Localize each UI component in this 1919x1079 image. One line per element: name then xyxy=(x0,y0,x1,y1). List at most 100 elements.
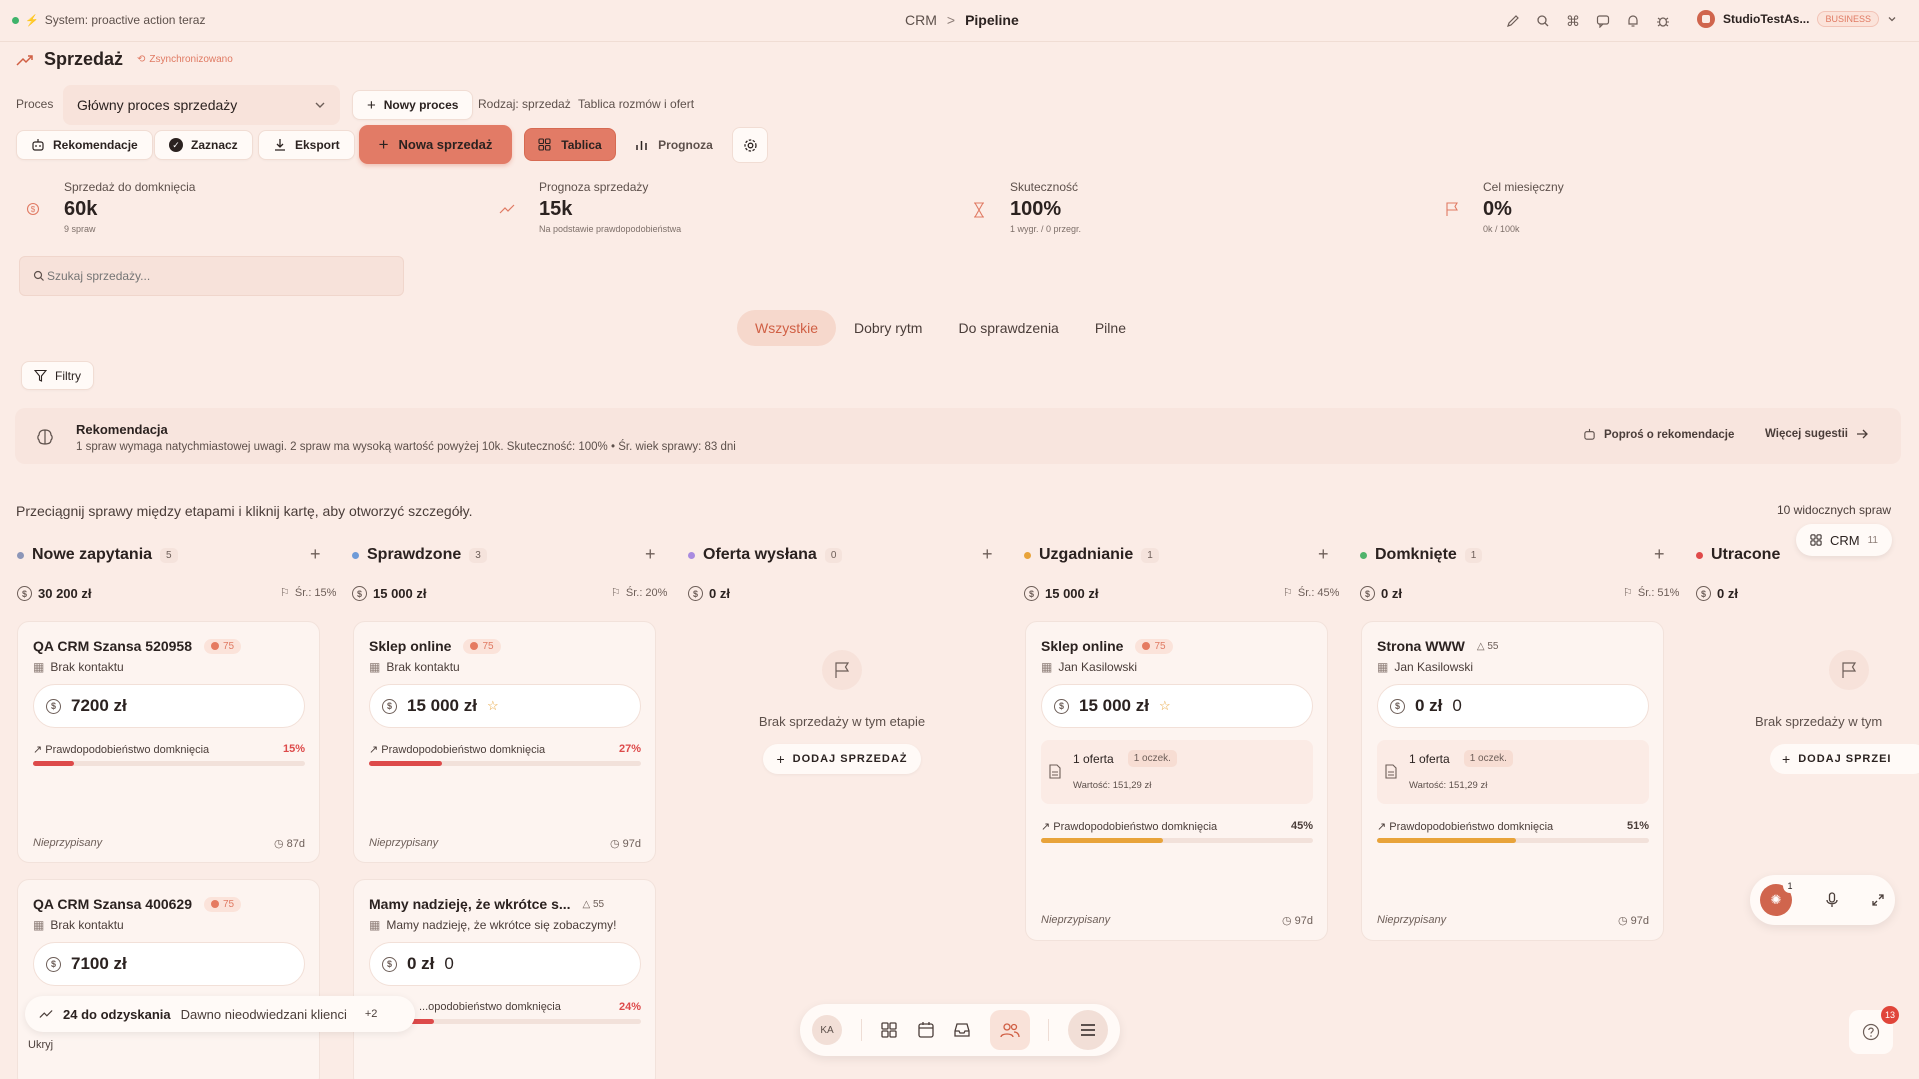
column-sum-value: 0 zł xyxy=(709,586,730,601)
score-badge: 75 xyxy=(463,638,501,654)
crm-chip-label: CRM xyxy=(1830,532,1860,548)
contact-text: Brak kontaktu xyxy=(50,918,124,932)
probability-label: ↗ Prawdopodobieństwo domknięcia xyxy=(369,744,546,756)
column-header-offer-sent: Oferta wysłana 0 xyxy=(688,544,843,566)
hourglass-icon xyxy=(972,202,986,234)
probability-value: 45% xyxy=(1290,820,1313,832)
export-button[interactable]: Eksport xyxy=(258,130,355,160)
column-count: 1 xyxy=(1141,547,1159,563)
command-icon[interactable]: ⌘ xyxy=(1560,8,1586,34)
add-card-button[interactable]: + xyxy=(645,544,656,565)
age: ◷ 97d xyxy=(609,838,641,850)
pen-icon[interactable] xyxy=(1500,8,1526,34)
settings-button[interactable] xyxy=(732,127,768,163)
avatar[interactable]: KA xyxy=(812,1015,842,1045)
star-icon: ☆ xyxy=(486,698,499,713)
expand-icon[interactable] xyxy=(1871,893,1885,907)
users-icon[interactable] xyxy=(989,1010,1030,1050)
tab-urgent[interactable]: Pilne xyxy=(1077,310,1144,346)
bug-icon[interactable] xyxy=(1650,8,1676,34)
board-hint: Przeciągnij sprawy między etapami i klik… xyxy=(16,503,473,519)
view-board-tab[interactable]: Tablica xyxy=(524,128,616,161)
column-count: 0 xyxy=(824,547,843,563)
star-icon: ☆ xyxy=(1158,698,1171,713)
add-card-button[interactable]: + xyxy=(1654,544,1665,565)
probability-value: 27% xyxy=(618,743,641,755)
recommendations-button[interactable]: Rekomendacje xyxy=(16,130,153,160)
sync-icon: ⟲ xyxy=(137,54,146,65)
hide-button[interactable]: Ukryj xyxy=(28,1039,53,1051)
new-sale-label: Nowa sprzedaż xyxy=(398,137,493,152)
microphone-icon[interactable] xyxy=(1825,892,1839,908)
recovery-count: 24 do odzyskania xyxy=(63,1006,171,1022)
amount-value: 0 zł xyxy=(1415,696,1443,715)
tab-all[interactable]: Wszystkie xyxy=(737,310,836,346)
offer-badge: 1 oczek. xyxy=(1127,750,1177,767)
recovery-toast[interactable]: 24 do odzyskania Dawno nieodwiedzani kli… xyxy=(25,996,415,1032)
workspace-switcher[interactable]: StudioTestAs... BUSINESS xyxy=(1697,10,1897,28)
new-process-button[interactable]: + Nowy proces xyxy=(352,90,474,120)
column-title: Uzgadnianie xyxy=(1039,546,1134,563)
column-avg-value: Śr.: 15% xyxy=(294,586,337,599)
deal-card[interactable]: QA CRM Szansa 520958 75 ▦ Brak kontaktu $… xyxy=(17,621,320,863)
recommendation-title: Rekomendacja xyxy=(76,422,168,437)
view-forecast-tab[interactable]: Prognoza xyxy=(628,128,720,161)
deal-card[interactable]: QA CRM Szansa 400629 75 ▦ Brak kontaktu $… xyxy=(17,879,320,1079)
stat-value: 15k xyxy=(539,198,573,220)
menu-icon[interactable] xyxy=(1067,1010,1108,1050)
building-icon: ▦ xyxy=(369,918,381,932)
search-box[interactable] xyxy=(19,256,404,296)
recovery-more: +2 xyxy=(364,1008,378,1020)
search-icon[interactable] xyxy=(1530,8,1556,34)
tab-to-review[interactable]: Do sprawdzenia xyxy=(940,310,1076,346)
offer-box[interactable]: 1 oferta 1 oczek. Wartość: 151,29 zł xyxy=(1377,740,1649,804)
notification-badge: 13 xyxy=(1881,1006,1899,1024)
coin-icon: $ xyxy=(17,586,32,601)
deal-amount: $7100 zł xyxy=(33,942,305,986)
new-sale-button[interactable]: + Nowa sprzedaż xyxy=(359,125,512,164)
dashboard-icon[interactable] xyxy=(880,1021,898,1039)
calendar-icon[interactable] xyxy=(917,1021,935,1039)
coin-icon: $ xyxy=(46,698,61,714)
crm-chip-count: 11 xyxy=(1867,534,1878,546)
crm-chip[interactable]: CRM 11 xyxy=(1796,524,1892,556)
offer-box[interactable]: 1 oferta 1 oczek. Wartość: 151,29 zł xyxy=(1041,740,1313,804)
empty-text: Brak sprzedaży w tym etapie xyxy=(758,714,926,729)
column-sum: $30 200 zł xyxy=(17,586,92,601)
chat-icon[interactable] xyxy=(1590,8,1616,34)
warning-badge: △ 55 xyxy=(1476,640,1499,652)
deal-card[interactable]: Sklep online 75 ▦ Jan Kasilowski $15 000 … xyxy=(1025,621,1328,941)
contact: ▦ Jan Kasilowski xyxy=(1377,660,1473,674)
process-select[interactable]: Główny proces sprzedaży xyxy=(63,85,340,125)
add-card-button[interactable]: + xyxy=(310,544,321,565)
deal-card[interactable]: Sklep online 75 ▦ Brak kontaktu $15 000 z… xyxy=(353,621,656,863)
tab-label: Wszystkie xyxy=(755,320,818,336)
add-sale-button[interactable]: + DODAJ SPRZEDAŻ xyxy=(763,744,921,774)
filters-button[interactable]: Filtry xyxy=(21,361,94,390)
add-sale-button[interactable]: + DODAJ SPRZEI xyxy=(1770,744,1919,774)
select-button[interactable]: ✓ Zaznacz xyxy=(154,130,253,160)
notification-badge: 1 xyxy=(1783,879,1797,893)
deal-card[interactable]: Strona WWW △ 55 ▦ Jan Kasilowski $0 zł 0 1… xyxy=(1361,621,1664,941)
bell-icon[interactable] xyxy=(1620,8,1646,34)
gear-icon xyxy=(743,138,758,153)
deal-card[interactable]: Mamy nadzieję, że wkrótce s... △ 55 ▦ Mam… xyxy=(353,879,656,1079)
help-button[interactable]: 13 xyxy=(1849,1006,1899,1054)
more-suggestions-button[interactable]: Więcej sugestii xyxy=(1765,428,1869,440)
flag-icon: ⚐ xyxy=(1623,587,1633,599)
inbox-icon[interactable] xyxy=(953,1021,971,1039)
stage-dot xyxy=(17,551,24,559)
assistant-button[interactable]: ✺ 1 xyxy=(1760,879,1797,916)
probability-fill xyxy=(1041,838,1164,843)
owner: Nieprzypisany xyxy=(1041,914,1111,926)
owner: Nieprzypisany xyxy=(33,837,103,849)
add-card-button[interactable]: + xyxy=(1318,544,1329,565)
score-value: 75 xyxy=(1154,640,1166,652)
column-sum-value: 0 zł xyxy=(1381,586,1402,601)
breadcrumb-crm[interactable]: CRM xyxy=(905,12,937,28)
search-input[interactable] xyxy=(47,269,387,283)
ask-recommendations-button[interactable]: Poproś o rekomendacje xyxy=(1583,428,1734,441)
tab-good-rhythm[interactable]: Dobry rytm xyxy=(836,310,940,346)
add-card-button[interactable]: + xyxy=(982,544,993,565)
coin-icon: $ xyxy=(1390,698,1405,714)
